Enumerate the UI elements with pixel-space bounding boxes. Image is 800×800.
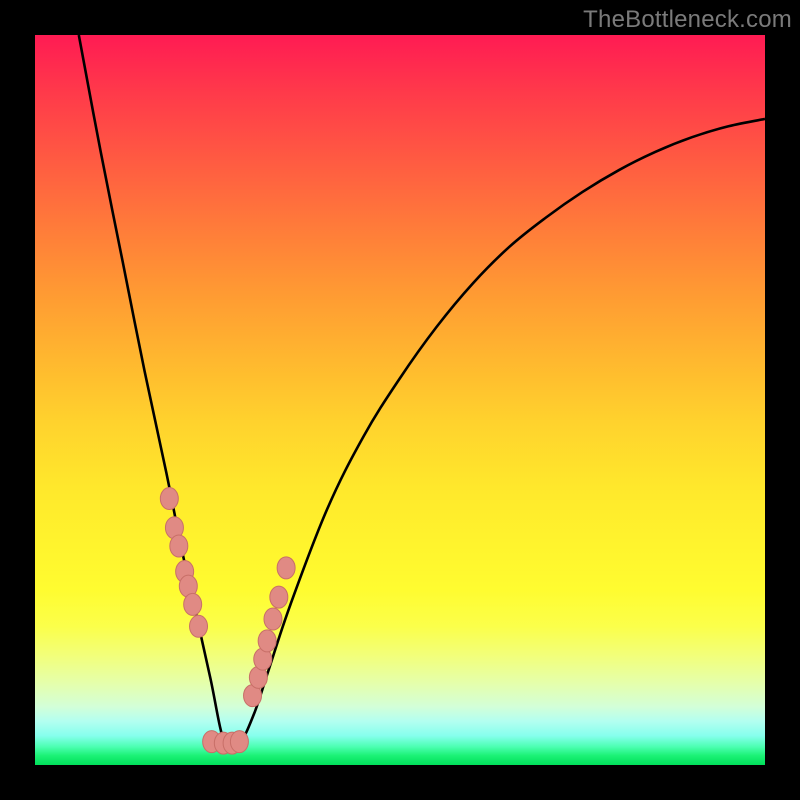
chart-frame: TheBottleneck.com [0, 0, 800, 800]
marker-dot [270, 586, 288, 608]
watermark-text: TheBottleneck.com [583, 6, 792, 34]
marker-dot [277, 557, 295, 579]
marker-dot [258, 630, 276, 652]
marker-dot [190, 615, 208, 637]
marker-group [160, 488, 295, 755]
marker-dot [264, 608, 282, 630]
marker-dot [230, 731, 248, 753]
marker-dot [170, 535, 188, 557]
plot-area [35, 35, 765, 765]
marker-dot [184, 593, 202, 615]
curve-svg [35, 35, 765, 765]
bottleneck-curve [79, 35, 765, 750]
marker-dot [160, 488, 178, 510]
